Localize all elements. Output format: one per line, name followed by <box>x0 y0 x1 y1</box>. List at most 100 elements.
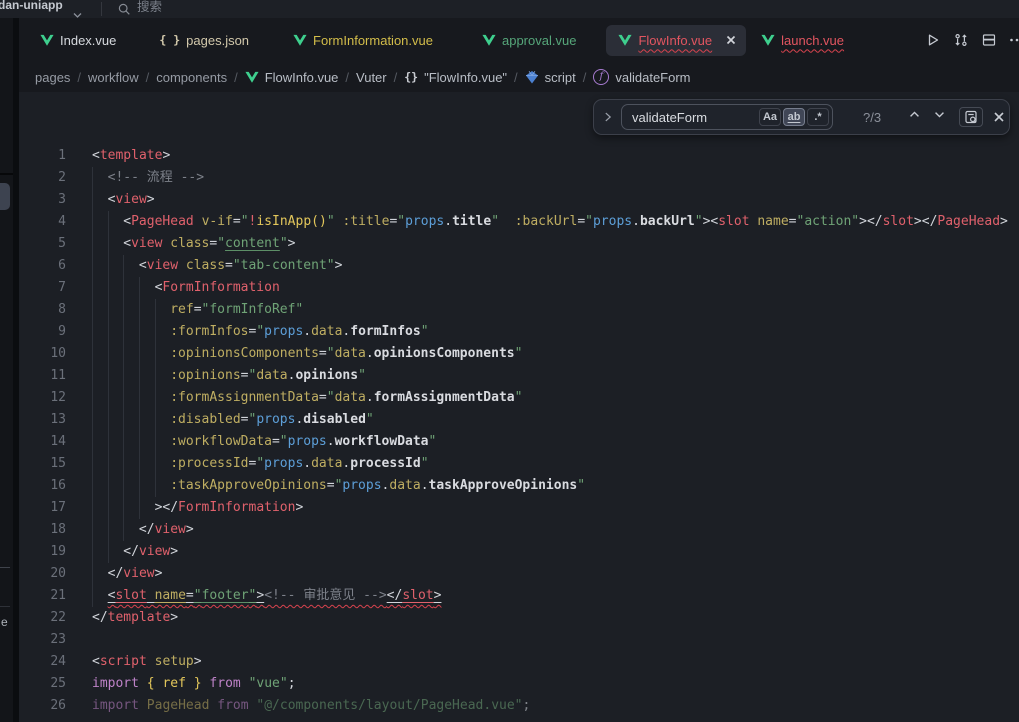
indent-guide <box>92 475 108 497</box>
line-number[interactable]: 6 <box>19 255 66 277</box>
line-number[interactable]: 15 <box>19 453 66 475</box>
code-editor[interactable]: 1<template>2<!-- 流程 -->3<view>4<PageHead… <box>19 92 1019 722</box>
code-line-content: :workflowData="props.workflowData" <box>92 431 436 453</box>
breadcrumb-label: script <box>545 70 576 85</box>
code-line-12[interactable]: 12:formAssignmentData="data.formAssignme… <box>19 387 1019 409</box>
more-button[interactable] <box>1009 32 1019 48</box>
line-number[interactable]: 23 <box>19 629 66 651</box>
code-line-21[interactable]: 21<slot name="footer"><!-- 审批意见 --></slo… <box>19 585 1019 607</box>
line-number[interactable]: 3 <box>19 189 66 211</box>
indent-guide <box>92 343 108 365</box>
code-line-13[interactable]: 13:disabled="props.disabled" <box>19 409 1019 431</box>
indent-guide <box>139 321 155 343</box>
indent-guide <box>108 233 124 255</box>
line-number[interactable]: 24 <box>19 651 66 673</box>
line-number[interactable]: 7 <box>19 277 66 299</box>
line-number[interactable]: 14 <box>19 431 66 453</box>
line-number[interactable]: 4 <box>19 211 66 233</box>
code-line-18[interactable]: 18 </view> <box>19 519 1019 541</box>
line-number[interactable]: 1 <box>19 145 66 167</box>
code-line-14[interactable]: 14 :workflowData="props.workflowData" <box>19 431 1019 453</box>
code-line-4[interactable]: 4<PageHead v-if="!isInApp()" :title="pro… <box>19 211 1019 233</box>
project-selector[interactable]: dan-uniapp <box>0 0 63 14</box>
indent-guide <box>92 211 108 233</box>
line-number[interactable]: 21 <box>19 585 66 607</box>
line-number[interactable]: 17 <box>19 497 66 519</box>
code-line-22[interactable]: 22</template> <box>19 607 1019 629</box>
code-line-26[interactable]: 26import PageHead from "@/components/lay… <box>19 695 1019 717</box>
line-number[interactable]: 8 <box>19 299 66 321</box>
find-query: validateForm <box>632 110 759 125</box>
code-line-24[interactable]: 24<script setup> <box>19 651 1019 673</box>
line-number[interactable]: 12 <box>19 387 66 409</box>
code-line-19[interactable]: 19</view> <box>19 541 1019 563</box>
code-line-5[interactable]: 5<view class="content"> <box>19 233 1019 255</box>
line-number[interactable]: 2 <box>19 167 66 189</box>
breadcrumb-item-FlowInfo.vue[interactable]: {}"FlowInfo.vue" <box>404 70 507 85</box>
breadcrumb-separator: / <box>514 70 518 85</box>
code-line-17[interactable]: 17></FormInformation> <box>19 497 1019 519</box>
breadcrumb-label: components <box>156 70 227 85</box>
code-line-20[interactable]: 20</view> <box>19 563 1019 585</box>
previous-match-icon[interactable] <box>907 107 922 127</box>
indent-guide <box>155 475 171 497</box>
close-find-icon[interactable] <box>993 111 1005 123</box>
code-line-2[interactable]: 2<!-- 流程 --> <box>19 167 1019 189</box>
run-button[interactable] <box>925 32 941 48</box>
breadcrumb-item-FlowInfo.vue[interactable]: FlowInfo.vue <box>245 70 339 85</box>
line-number[interactable]: 25 <box>19 673 66 695</box>
line-number[interactable]: 9 <box>19 321 66 343</box>
breadcrumb-item-pages[interactable]: pages <box>35 70 70 85</box>
code-line-1[interactable]: 1<template> <box>19 145 1019 167</box>
line-number[interactable]: 22 <box>19 607 66 629</box>
search-input[interactable]: 搜索 <box>137 0 162 16</box>
indent-guide <box>92 519 108 541</box>
search-icon[interactable] <box>117 2 132 18</box>
open-in-find-window-button[interactable] <box>959 107 983 127</box>
code-line-25[interactable]: 25import { ref } from "vue"; <box>19 673 1019 695</box>
code-line-6[interactable]: 6<view class="tab-content"> <box>19 255 1019 277</box>
code-line-8[interactable]: 8ref="formInfoRef" <box>19 299 1019 321</box>
breadcrumb-item-Vuter[interactable]: Vuter <box>356 70 387 85</box>
line-number[interactable]: 26 <box>19 695 66 717</box>
indent-guide <box>123 255 139 277</box>
tool-window-button[interactable] <box>0 183 10 210</box>
indent-guide <box>108 211 124 233</box>
line-number[interactable]: 18 <box>19 519 66 541</box>
line-number[interactable]: 5 <box>19 233 66 255</box>
code-line-7[interactable]: 7<FormInformation <box>19 277 1019 299</box>
find-input[interactable]: validateForm Aaab.* <box>621 104 833 130</box>
line-number[interactable]: 11 <box>19 365 66 387</box>
update-project-button[interactable] <box>953 32 969 48</box>
find-option-.*[interactable]: .* <box>807 108 829 126</box>
code-line-23[interactable]: 23 <box>19 629 1019 651</box>
breadcrumb-item-components[interactable]: components <box>156 70 227 85</box>
line-number[interactable]: 13 <box>19 409 66 431</box>
code-line-content: </view> <box>92 519 194 541</box>
code-line-11[interactable]: 11:opinions="data.opinions" <box>19 365 1019 387</box>
code-line-content: :processId="props.data.processId" <box>92 453 429 475</box>
code-line-9[interactable]: 9:formInfos="props.data.formInfos" <box>19 321 1019 343</box>
indent-guide <box>92 409 108 431</box>
line-number[interactable]: 16 <box>19 475 66 497</box>
next-match-icon[interactable] <box>932 107 947 127</box>
split-editor-button[interactable] <box>981 32 997 48</box>
find-option-Aa[interactable]: Aa <box>759 108 781 126</box>
find-option-ab[interactable]: ab <box>783 108 805 126</box>
code-line-3[interactable]: 3<view> <box>19 189 1019 211</box>
code-area[interactable]: 1<template>2<!-- 流程 -->3<view>4<PageHead… <box>19 92 1019 717</box>
line-number[interactable]: 10 <box>19 343 66 365</box>
breadcrumb-item-workflow[interactable]: workflow <box>88 70 139 85</box>
breadcrumb-label: "FlowInfo.vue" <box>424 70 507 85</box>
ide-window: dan-uniapp 搜索 e Index.vue{ }pages.jsonFo… <box>0 0 1019 722</box>
code-line-10[interactable]: 10:opinionsComponents="data.opinionsComp… <box>19 343 1019 365</box>
expand-replace-icon[interactable] <box>601 110 615 124</box>
code-line-16[interactable]: 16:taskApproveOpinions="props.data.taskA… <box>19 475 1019 497</box>
breadcrumb-item-validateForm[interactable]: fvalidateForm <box>593 69 690 85</box>
line-number[interactable]: 20 <box>19 563 66 585</box>
breadcrumb-item-script[interactable]: script <box>525 70 576 85</box>
line-number[interactable]: 19 <box>19 541 66 563</box>
breadcrumb-label: pages <box>35 70 70 85</box>
code-line-15[interactable]: 15 :processId="props.data.processId" <box>19 453 1019 475</box>
indent-guide <box>108 453 124 475</box>
